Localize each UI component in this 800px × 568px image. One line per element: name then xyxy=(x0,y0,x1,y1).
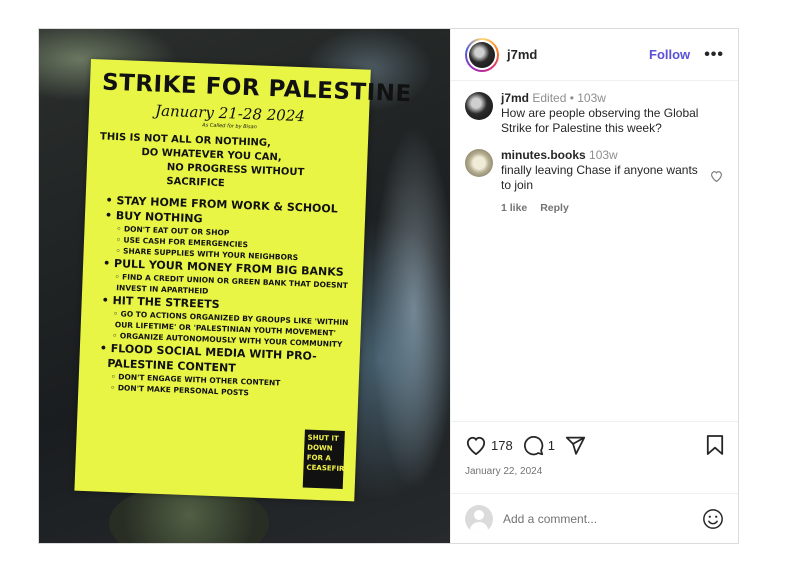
comment-text: finally leaving Chase if anyone wants to… xyxy=(501,163,698,192)
comment-likes[interactable]: 1 like xyxy=(501,202,527,214)
comments-list: j7md Edited • 103w How are people observ… xyxy=(451,81,738,421)
add-comment-bar xyxy=(451,493,738,543)
comment-meta: 103w xyxy=(589,148,618,162)
action-bar: 178 1 January 22, 2024 xyxy=(451,421,738,477)
comment-meta: Edited • 103w xyxy=(532,91,606,105)
post-panel: j7md Follow ••• j7md Edited • 103w How a… xyxy=(450,29,738,543)
avatar[interactable] xyxy=(465,149,493,177)
avatar[interactable] xyxy=(465,92,493,120)
post-header: j7md Follow ••• xyxy=(451,29,738,81)
heart-icon[interactable] xyxy=(710,170,724,216)
post-modal: STRIKE FOR PALESTINE January 21-28 2024 … xyxy=(38,28,739,544)
comment-user[interactable]: j7md xyxy=(501,91,529,105)
comment-count[interactable]: 1 xyxy=(548,438,555,453)
comment-text: How are people observing the Global Stri… xyxy=(501,106,699,135)
flyer-intro: THIS IS NOT ALL OR NOTHING, DO WHATEVER … xyxy=(99,131,305,190)
post-date: January 22, 2024 xyxy=(465,466,543,477)
comment: minutes.books 103w finally leaving Chase… xyxy=(465,148,724,216)
bookmark-icon[interactable] xyxy=(706,435,724,455)
like-count[interactable]: 178 xyxy=(491,438,513,453)
flyer-list: STAY HOME FROM WORK & SCHOOL BUY NOTHING… xyxy=(90,192,355,402)
post-photo[interactable]: STRIKE FOR PALESTINE January 21-28 2024 … xyxy=(39,29,450,543)
follow-button[interactable]: Follow xyxy=(649,47,690,62)
avatar xyxy=(465,504,493,533)
share-icon[interactable] xyxy=(565,435,586,456)
comment-user[interactable]: minutes.books xyxy=(501,148,586,162)
author-username[interactable]: j7md xyxy=(507,47,649,62)
caption: j7md Edited • 103w How are people observ… xyxy=(465,91,724,136)
reply-button[interactable]: Reply xyxy=(540,202,569,214)
emoji-icon[interactable] xyxy=(702,508,724,530)
comment-input[interactable] xyxy=(503,511,702,526)
flyer-badge: SHUT IT DOWN FOR A CEASEFIRE xyxy=(302,429,349,489)
heart-icon[interactable] xyxy=(465,435,487,455)
more-icon[interactable]: ••• xyxy=(704,46,724,64)
comment-icon[interactable] xyxy=(523,435,544,456)
flyer: STRIKE FOR PALESTINE January 21-28 2024 … xyxy=(74,59,412,502)
author-avatar[interactable] xyxy=(465,37,499,72)
